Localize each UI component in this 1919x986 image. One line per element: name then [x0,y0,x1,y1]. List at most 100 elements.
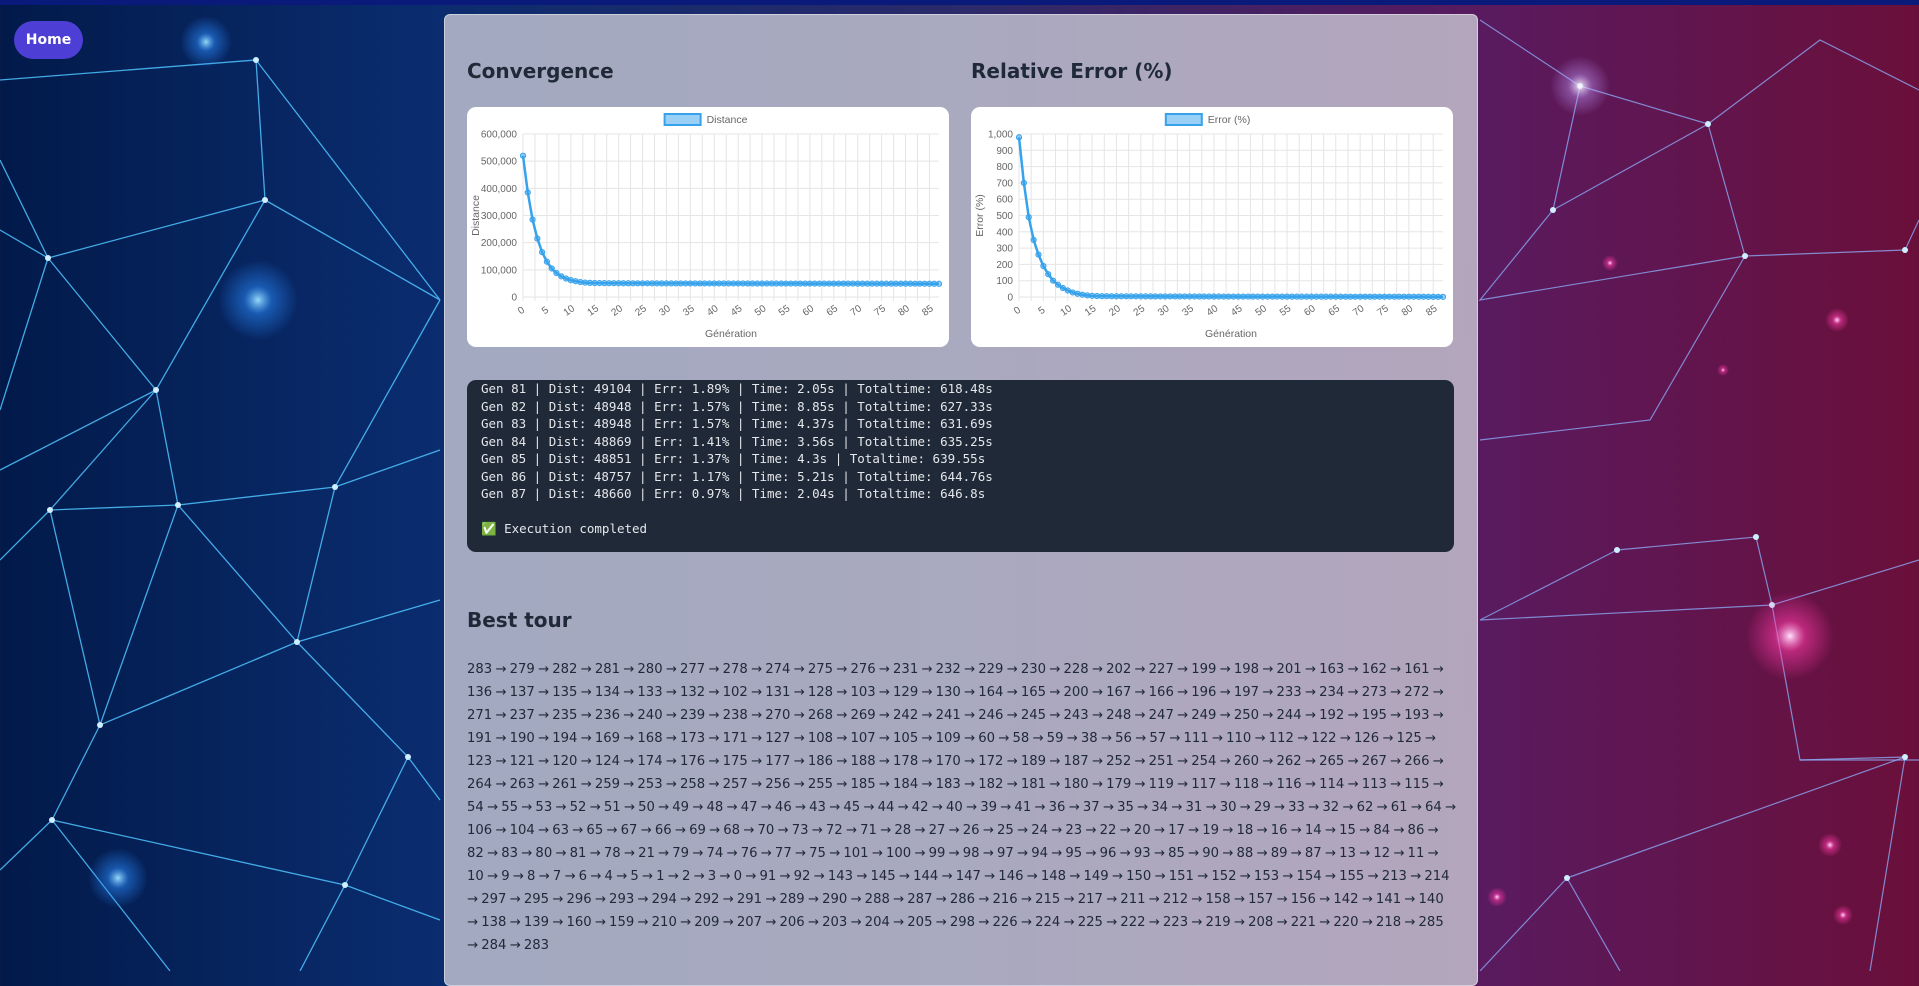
data-point [553,269,560,277]
data-point [1059,284,1066,292]
x-tick-label: 15 [586,303,602,319]
y-tick-label: 200,000 [481,238,518,249]
y-tick-label: 400,000 [481,184,518,195]
x-tick-label: 35 [681,303,697,319]
x-tick-label: 0 [1012,305,1023,317]
x-tick-label: 5 [1037,305,1048,317]
y-tick-label: 100 [996,276,1013,287]
data-point [935,280,943,287]
console-line: Gen 85 | Dist: 48851 | Err: 1.37% | Time… [481,451,986,466]
data-point [548,265,555,272]
x-tick-label: 55 [777,303,793,319]
console-line: Gen 87 | Dist: 48660 | Err: 0.97% | Time… [481,486,986,501]
x-tick-label: 10 [562,303,578,319]
legend-swatch [1164,113,1203,126]
console-line: Gen 83 | Dist: 48948 | Err: 1.57% | Time… [481,416,993,431]
x-tick-label: 60 [1302,303,1318,319]
y-tick-label: 500,000 [481,157,518,168]
y-tick-label: 500 [996,211,1013,222]
x-axis-title: Génération [1205,328,1257,340]
y-tick-label: 1,000 [988,130,1013,141]
data-point [519,152,527,159]
x-tick-label: 40 [705,303,721,319]
top-strip [0,0,1919,5]
error-chart-card: Error (%) 0 100 200 300 400 500 600 700 800 900 1,0… [971,107,1453,347]
convergence-chart-card: Distance 0 100,000 200,000 300,000 400,000 500… [467,107,949,347]
x-tick-label: 45 [729,303,745,319]
data-point [1045,271,1052,278]
best-tour-sequence: 283 → 279 → 282 → 281 → 280 → 277 → 278 … [467,662,1457,953]
legend-label: Error (%) [1208,114,1251,126]
x-tick-label: 30 [657,303,673,319]
x-tick-label: 70 [849,303,865,319]
x-tick-label: 80 [896,303,912,319]
x-tick-label: 25 [633,303,649,319]
x-tick-label: 20 [609,303,625,319]
data-point [534,235,541,242]
x-tick-label: 20 [1107,303,1123,319]
x-tick-label: 5 [540,305,551,317]
y-tick-label: 300 [996,244,1013,255]
y-tick-label: 900 [996,146,1013,157]
x-tick-label: 50 [753,303,769,319]
y-axis-title: Distance [470,195,482,236]
data-point [1035,251,1042,258]
legend-label: Distance [707,114,748,126]
y-tick-label: 100,000 [481,265,518,276]
x-tick-label: 25 [1132,303,1148,319]
legend-swatch [663,113,702,126]
data-point [1074,290,1081,297]
console-line: Gen 82 | Dist: 48948 | Err: 1.57% | Time… [481,398,993,414]
y-tick-label: 0 [1007,293,1013,304]
x-tick-label: 40 [1205,303,1221,319]
x-tick-label: 35 [1180,303,1196,319]
data-point [1050,277,1057,284]
x-tick-label: 30 [1156,303,1172,319]
x-tick-label: 70 [1351,303,1367,319]
y-tick-label: 400 [996,227,1013,238]
data-point [539,249,546,256]
console-line: Gen 84 | Dist: 48869 | Err: 1.41% | Time… [481,433,993,449]
x-tick-label: 55 [1278,303,1294,319]
data-point [1054,281,1062,288]
data-point [1020,179,1027,187]
data-point [1030,236,1037,244]
x-axis-title: Génération [705,328,757,340]
home-button[interactable]: Home [14,21,83,59]
x-tick-label: 50 [1254,303,1270,319]
x-tick-label: 45 [1229,303,1245,319]
console-line: Gen 81 | Dist: 49104 | Err: 1.89% | Time… [481,381,993,396]
x-tick-label: 65 [825,303,841,319]
series-line [521,155,940,286]
data-point [543,258,551,265]
y-tick-label: 600,000 [481,130,518,141]
execution-completed-status: ✅ Execution completed [481,521,648,536]
x-tick-label: 75 [872,303,888,319]
x-tick-label: 75 [1375,303,1391,319]
data-point [524,189,531,196]
x-tick-label: 80 [1400,303,1416,319]
console-output: Gen 81 | Dist: 49104 | Err: 1.89% | Time… [467,380,1454,552]
best-tour-title: Best tour [467,608,572,632]
error-chart: Error (%)01002003004005006007008009001,0… [974,113,1447,340]
relative-error-title: Relative Error (%) [971,59,1173,83]
convergence-title: Convergence [467,59,614,83]
data-point [1439,293,1447,300]
console-line: Gen 86 | Dist: 48757 | Err: 1.17% | Time… [481,468,993,484]
y-tick-label: 300,000 [481,211,518,222]
series-line [1017,137,1444,299]
y-tick-label: 800 [996,162,1013,173]
x-tick-label: 85 [920,303,936,319]
x-tick-label: 15 [1083,303,1099,319]
data-point [1025,214,1032,221]
y-tick-label: 0 [511,293,517,304]
x-tick-label: 65 [1327,303,1343,319]
y-tick-label: 600 [996,195,1013,206]
x-tick-label: 0 [516,305,527,317]
convergence-chart: Distance0100,000200,000300,000400,000500… [470,113,943,340]
data-point [1079,291,1086,298]
x-tick-label: 60 [801,303,817,319]
y-axis-title: Error (%) [974,194,986,237]
data-point [529,216,536,223]
y-tick-label: 700 [996,178,1013,189]
